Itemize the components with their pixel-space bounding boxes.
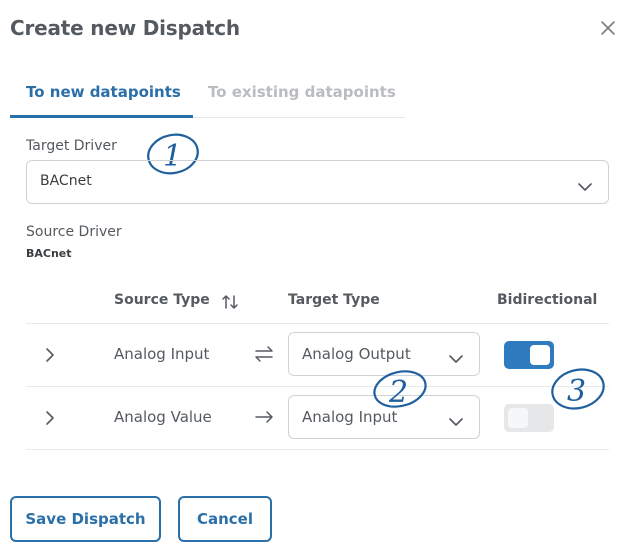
annotation-2: 2 [370, 366, 432, 416]
cancel-button[interactable]: Cancel [178, 496, 272, 542]
toggle-knob [508, 408, 528, 428]
toggle-knob [530, 345, 550, 365]
row-source-type: Analog Value [114, 408, 212, 426]
header-bidirectional: Bidirectional [497, 292, 598, 308]
annotation-3: 3 [548, 364, 610, 418]
target-driver-label: Target Driver [26, 138, 117, 154]
bidirectional-toggle[interactable] [504, 404, 554, 432]
bidirectional-toggle[interactable] [504, 341, 554, 369]
sort-icon[interactable] [221, 293, 239, 315]
target-type-value: Analog Output [302, 345, 411, 363]
tab-bar: To new datapoints To existing datapoints [10, 70, 405, 118]
row-source-type: Analog Input [114, 345, 210, 363]
header-target-type: Target Type [288, 292, 380, 308]
tab-to-new-datapoints[interactable]: To new datapoints [26, 83, 181, 101]
annotation-2-text: 2 [388, 375, 408, 410]
chevron-down-icon [449, 349, 463, 368]
chevron-down-icon [578, 177, 592, 196]
header-source-type: Source Type [114, 292, 210, 308]
annotation-3-text: 3 [567, 374, 586, 409]
table-divider [26, 323, 609, 324]
table-row-divider [26, 386, 609, 387]
source-driver-value: BACnet [26, 247, 72, 260]
target-driver-value: BACnet [40, 173, 92, 189]
close-icon[interactable] [598, 18, 618, 38]
table-row-divider [26, 449, 609, 450]
target-driver-select[interactable]: BACnet [26, 160, 609, 204]
dialog-title: Create new Dispatch [10, 16, 240, 40]
save-dispatch-button[interactable]: Save Dispatch [10, 496, 161, 542]
bidirectional-arrows-icon [253, 345, 275, 363]
row-expand-chevron-icon[interactable] [40, 345, 60, 365]
tab-to-existing-datapoints[interactable]: To existing datapoints [208, 83, 396, 101]
chevron-down-icon [449, 412, 463, 431]
source-driver-label: Source Driver [26, 224, 122, 240]
active-tab-indicator [10, 115, 193, 118]
right-arrow-icon [253, 408, 275, 426]
row-expand-chevron-icon[interactable] [40, 408, 60, 428]
